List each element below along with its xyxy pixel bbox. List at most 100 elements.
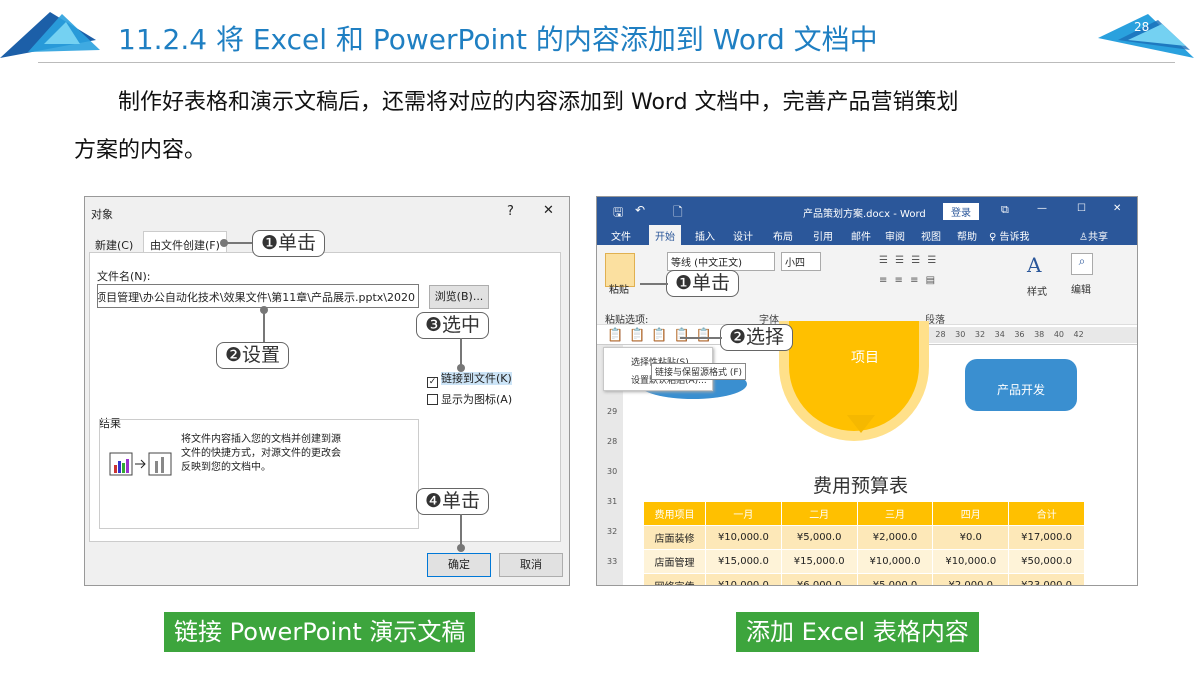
table-cell: ¥10,000.0: [856, 549, 934, 574]
caption-right: 添加 Excel 表格内容: [736, 612, 979, 652]
lightbulb-icon: ♀: [989, 232, 1000, 243]
callout-step1: ❶单击: [252, 230, 326, 257]
styles-button[interactable]: 样式: [1027, 283, 1047, 298]
result-line: 文件的快捷方式，对源文件的更改会: [181, 448, 341, 459]
tab-design[interactable]: 设计: [733, 228, 753, 243]
filename-input[interactable]: 2020\7月\项目管理\办公自动化技术\效果文件\第11章\产品展示.pptx: [97, 284, 419, 308]
minimize-icon[interactable]: —: [1037, 203, 1047, 214]
table-cell: ¥5,000.0: [856, 573, 934, 585]
table-cell: ¥17,000.0: [1008, 525, 1085, 550]
table-cell: ¥23,000.0: [1008, 573, 1085, 585]
header-cell: 二月: [780, 501, 858, 526]
editing-button[interactable]: 编辑: [1071, 281, 1091, 296]
table-row: 网络宣传¥10,000.0¥6,000.0¥5,000.0¥2,000.0¥23…: [643, 573, 1085, 585]
callout-line: [640, 283, 668, 285]
save-icon[interactable]: 🖫: [613, 203, 623, 224]
table-cell: 店面管理: [643, 549, 706, 574]
tab-layout[interactable]: 布局: [773, 228, 793, 243]
tab-home[interactable]: 开始: [649, 225, 681, 246]
tab-mailings[interactable]: 邮件: [851, 228, 871, 243]
display-as-icon-checkbox[interactable]: 显示为图标(A): [427, 391, 512, 407]
word-window: 🖫 ↶ 🗋 产品策划方案.docx - Word 登录 ⧉ — ☐ ✕ 文件 开…: [596, 196, 1138, 586]
find-icon[interactable]: ⌕: [1071, 253, 1093, 275]
person-icon: ♙: [1079, 232, 1088, 243]
table-cell: ¥50,000.0: [1008, 549, 1085, 574]
callout-word-step1: ❶单击: [666, 270, 740, 297]
styles-icon[interactable]: A: [1027, 253, 1049, 277]
body-text-line1: 制作好表格和演示文稿后，还需将对应的内容添加到 Word 文档中，完善产品营销策…: [118, 90, 959, 115]
header-cell: 合计: [1008, 501, 1085, 526]
table-cell: ¥10,000.0: [705, 573, 782, 585]
close-icon[interactable]: ✕: [1113, 203, 1121, 214]
browse-button[interactable]: 浏览(B)...: [429, 285, 489, 309]
tab-references[interactable]: 引用: [813, 228, 833, 243]
table-cell: ¥2,000.0: [856, 525, 934, 550]
callout-line: [263, 310, 265, 342]
tell-me-search[interactable]: ♀ 告诉我: [989, 228, 1030, 243]
callout-line: [680, 337, 722, 339]
tab-new[interactable]: 新建(C): [95, 237, 133, 253]
table-cell: ¥5,000.0: [780, 525, 858, 550]
help-button[interactable]: ?: [507, 204, 514, 219]
body-text-line2: 方案的内容。: [74, 138, 207, 163]
check-icon: ✓: [427, 377, 438, 388]
document-title: 产品策划方案.docx - Word: [803, 209, 926, 220]
down-arrow-shape: [847, 415, 875, 433]
tab-from-file[interactable]: 由文件创建(F): [143, 231, 227, 253]
tooltip-link-keep-format: 链接与保留源格式 (F): [651, 363, 747, 380]
filename-label: 文件名(N):: [97, 270, 151, 283]
ribbon-display-icon[interactable]: ⧉: [1001, 203, 1009, 217]
table-title: 费用预算表: [813, 475, 909, 497]
dialog-title: 对象: [91, 208, 113, 221]
paste-option-icons[interactable]: 📋📋📋📋📋: [607, 328, 718, 343]
header-cell: 三月: [856, 501, 934, 526]
table-cell: ¥15,000.0: [780, 549, 858, 574]
tab-insert[interactable]: 插入: [695, 228, 715, 243]
close-button[interactable]: ✕: [543, 203, 554, 218]
header-decoration-right: [1098, 14, 1194, 58]
undo-icon[interactable]: ↶: [635, 203, 645, 217]
new-doc-icon[interactable]: 🗋: [673, 203, 683, 224]
result-description: 将文件内容插入您的文档并创建到源 文件的快捷方式，对源文件的更改会 反映到您的文…: [181, 433, 341, 475]
cancel-button[interactable]: 取消: [499, 553, 563, 577]
paste-options-label: 粘贴选项:: [605, 315, 649, 326]
maximize-icon[interactable]: ☐: [1077, 203, 1086, 214]
result-line: 反映到您的文档中。: [181, 462, 271, 473]
tab-view[interactable]: 视图: [921, 228, 941, 243]
tab-help[interactable]: 帮助: [957, 228, 977, 243]
font-name-select[interactable]: 等线 (中文正文): [667, 252, 775, 271]
caption-left: 链接 PowerPoint 演示文稿: [164, 612, 476, 652]
ok-button[interactable]: 确定: [427, 553, 491, 577]
callout-dot: [457, 364, 465, 372]
callout-line: [224, 242, 254, 244]
slide-title: 11.2.4 将 Excel 和 PowerPoint 的内容添加到 Word …: [118, 23, 878, 56]
callout-step2: ❷设置: [216, 342, 290, 369]
checkbox-empty: [427, 394, 438, 405]
paragraph-controls[interactable]: ☰ ☰ ☰ ☰: [879, 255, 938, 266]
page-number: 28: [1134, 20, 1150, 34]
tab-review[interactable]: 审阅: [885, 228, 905, 243]
table-cell: ¥2,000.0: [932, 573, 1010, 585]
shape-right-text: 产品开发: [997, 383, 1046, 397]
result-line: 将文件内容插入您的文档并创建到源: [181, 434, 341, 445]
shape-top-text: 项目: [851, 350, 879, 366]
title-divider: [38, 62, 1175, 63]
paste-label[interactable]: 粘贴: [609, 281, 629, 296]
align-controls[interactable]: ≡ ≡ ≡ ▤: [879, 275, 937, 286]
callout-dot: [457, 544, 465, 552]
table-cell: ¥0.0: [932, 525, 1010, 550]
header-cell: 四月: [932, 501, 1010, 526]
share-button[interactable]: ♙共享: [1079, 228, 1108, 243]
object-dialog: 对象 ? ✕ 新建(C) 由文件创建(F) 文件名(N): 2020\7月\项目…: [84, 196, 570, 586]
linked-object-icon: [109, 452, 172, 476]
header-cell: 费用项目: [643, 501, 706, 526]
header-cell: 一月: [705, 501, 782, 526]
font-size-select[interactable]: 小四: [781, 252, 821, 271]
callout-dot: [260, 306, 268, 314]
table-cell: ¥6,000.0: [780, 573, 858, 585]
tab-file[interactable]: 文件: [611, 228, 631, 243]
link-to-file-checkbox[interactable]: ✓ 链接到文件(K): [427, 370, 512, 388]
login-button[interactable]: 登录: [943, 203, 979, 220]
table-cell: 网络宣传: [643, 573, 706, 585]
table-row: 店面装修 ¥10,000.0 ¥5,000.0 ¥2,000.0 ¥0.0 ¥17,000…: [643, 525, 1085, 550]
